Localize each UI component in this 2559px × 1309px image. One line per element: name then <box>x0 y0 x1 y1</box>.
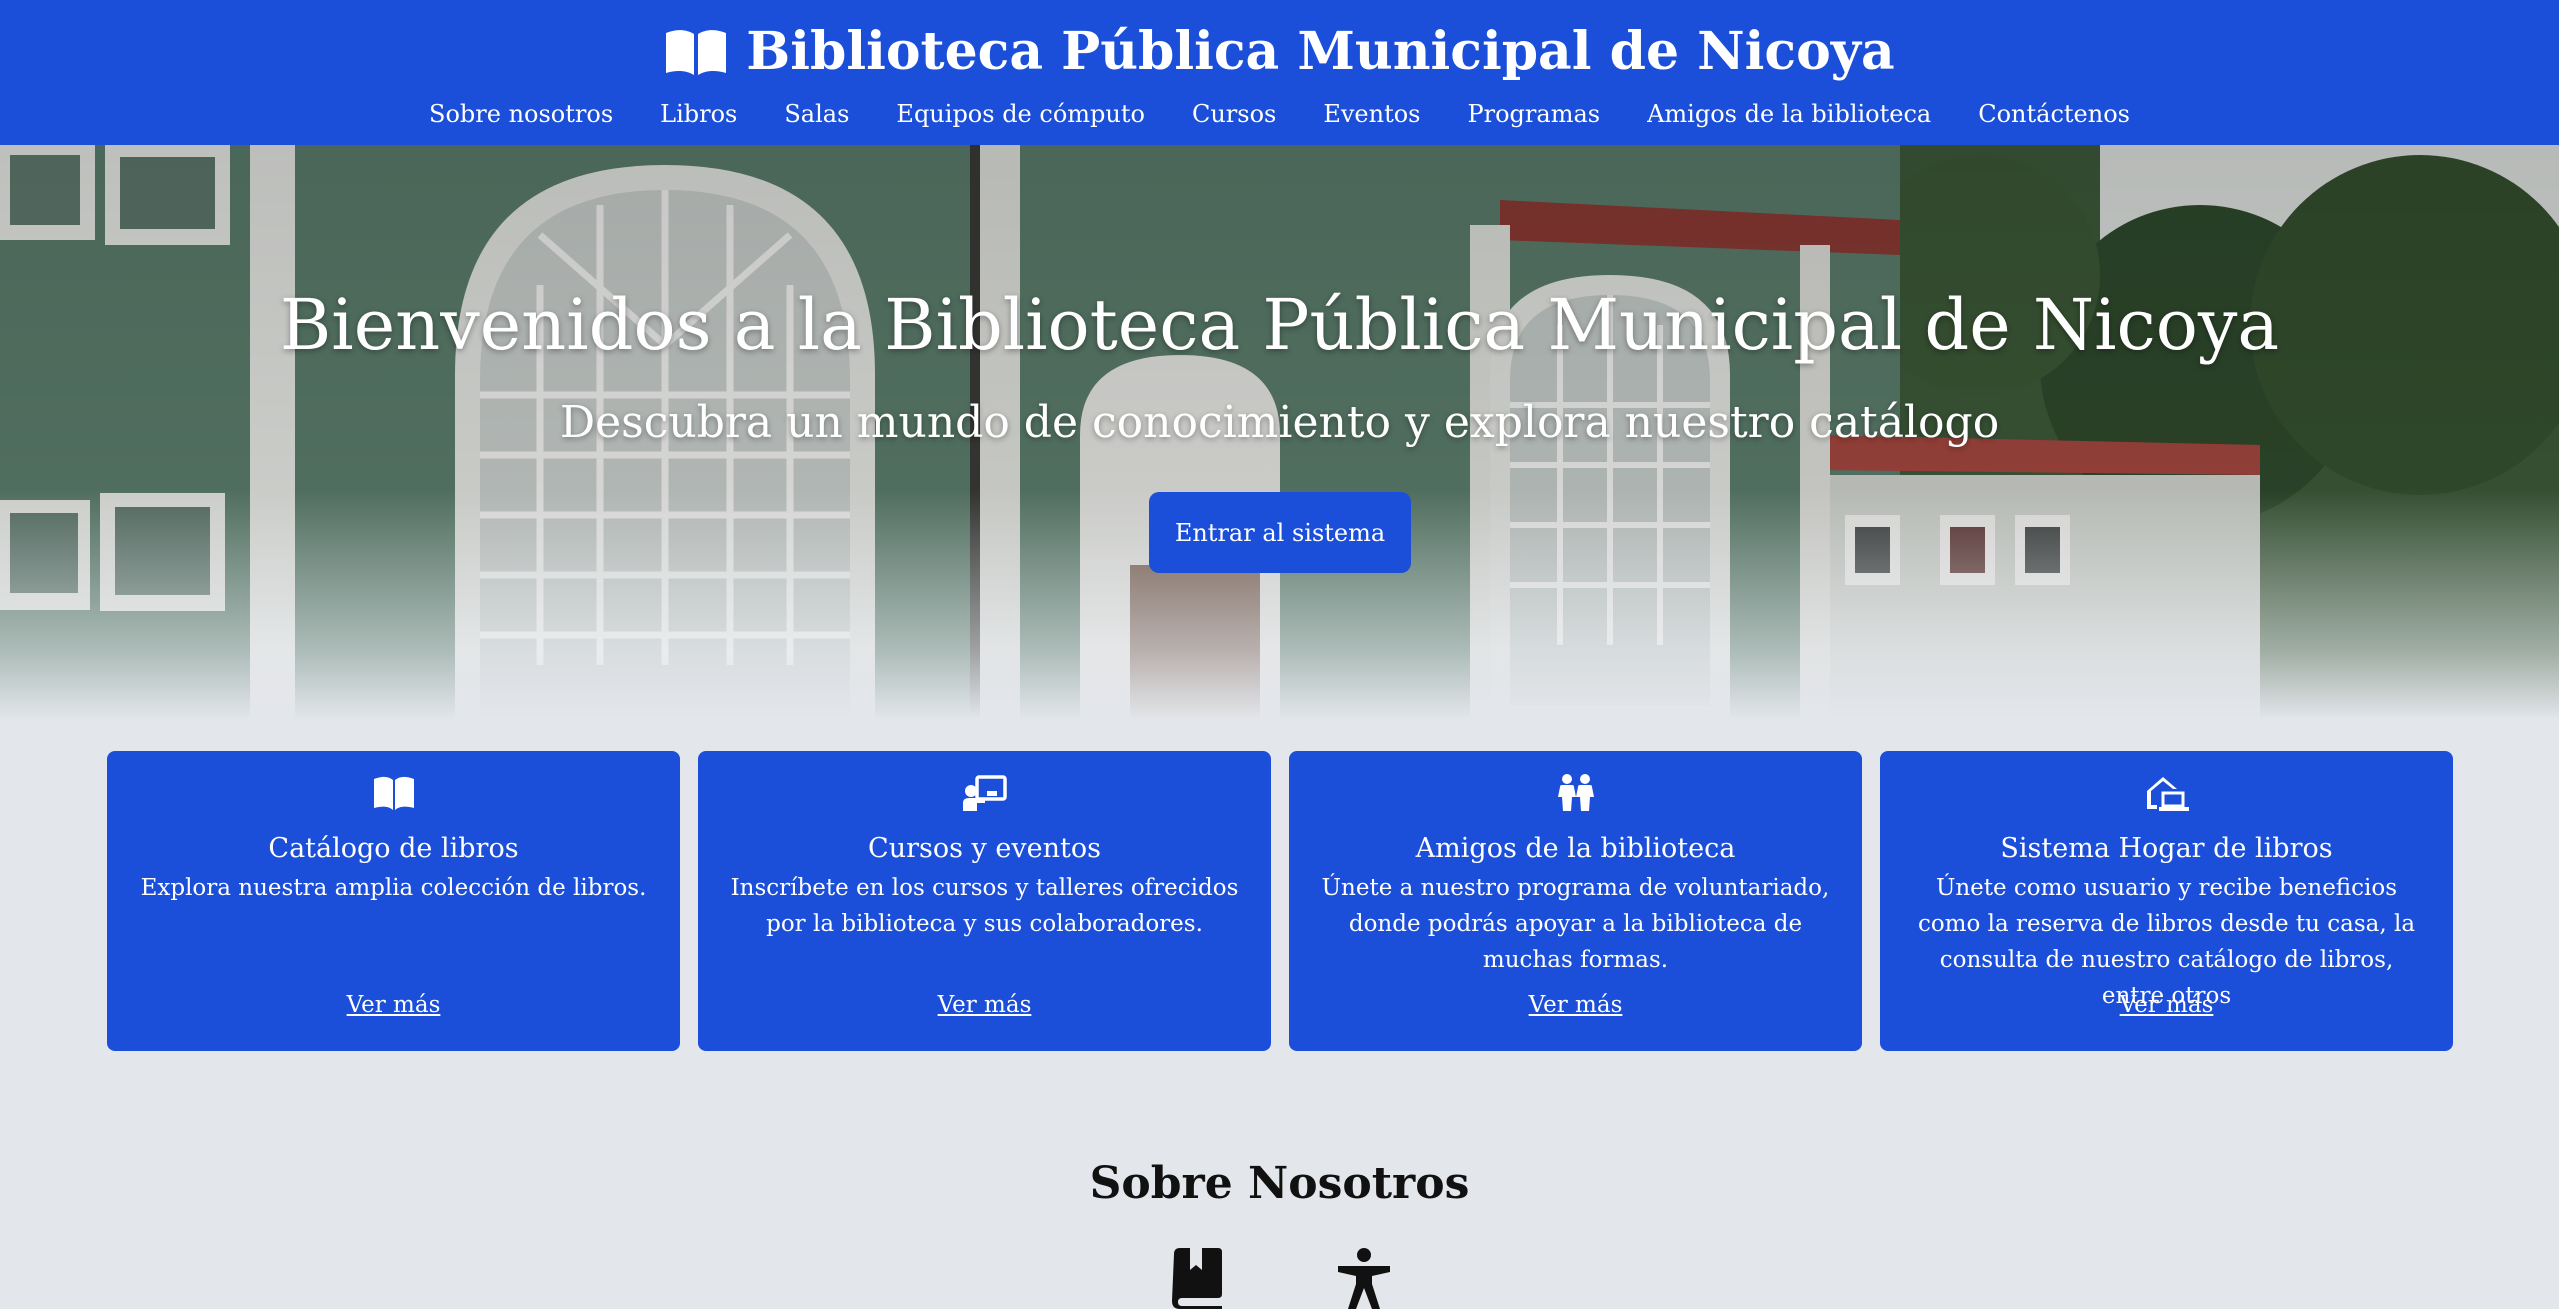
nav-item-contactenos[interactable]: Contáctenos <box>1978 96 2130 132</box>
hero-subtitle: Descubra un mundo de conocimiento y expl… <box>559 397 2000 448</box>
open-book-icon <box>107 773 680 813</box>
card-title: Catálogo de libros <box>268 833 519 864</box>
nav-item-eventos[interactable]: Eventos <box>1323 96 1420 132</box>
open-book-icon <box>664 27 728 77</box>
nav-item-cursos[interactable]: Cursos <box>1192 96 1276 132</box>
card-description: Únete a nuestro programa de voluntariado… <box>1321 875 1830 973</box>
about-section-title: Sobre Nosotros <box>1089 1158 1470 1209</box>
card-amigos-de-la-biblioteca: Amigos de la biblioteca Únete a nuestro … <box>1289 751 1862 1051</box>
feature-cards: Catálogo de libros Explora nuestra ampli… <box>107 751 2454 1051</box>
card-title: Amigos de la biblioteca <box>1415 833 1736 864</box>
people-icon <box>1289 773 1862 813</box>
card-description: Explora nuestra amplia colección de libr… <box>140 875 647 901</box>
nav-item-programas[interactable]: Programas <box>1467 96 1600 132</box>
nav-item-amigos-de-la-biblioteca[interactable]: Amigos de la biblioteca <box>1647 96 1931 132</box>
site-title: Biblioteca Pública Municipal de Nicoya <box>746 21 1895 82</box>
card-title: Cursos y eventos <box>868 833 1101 864</box>
home-laptop-icon <box>1880 773 2453 813</box>
card-sistema-hogar-de-libros: Sistema Hogar de libros Únete como usuar… <box>1880 751 2453 1051</box>
nav-item-libros[interactable]: Libros <box>660 96 737 132</box>
ver-mas-link[interactable]: Ver más <box>1289 987 1862 1023</box>
brand[interactable]: Biblioteca Pública Municipal de Nicoya <box>0 20 2559 84</box>
nav-item-equipos-de-computo[interactable]: Equipos de cómputo <box>896 96 1145 132</box>
card-description: Inscríbete en los cursos y talleres ofre… <box>730 875 1239 937</box>
main-nav: Sobre nosotros Libros Salas Equipos de c… <box>0 96 2559 132</box>
ver-mas-link[interactable]: Ver más <box>1880 987 2453 1023</box>
hero-section: Bienvenidos a la Biblioteca Pública Muni… <box>0 145 2559 720</box>
site-header: Biblioteca Pública Municipal de Nicoya S… <box>0 0 2559 145</box>
book-bookmark-icon <box>1172 1248 1222 1309</box>
hero-title: Bienvenidos a la Biblioteca Pública Muni… <box>279 284 2280 366</box>
card-catalogo-de-libros: Catálogo de libros Explora nuestra ampli… <box>107 751 680 1051</box>
accessibility-icon <box>1338 1248 1390 1309</box>
ver-mas-link[interactable]: Ver más <box>107 987 680 1023</box>
nav-item-salas[interactable]: Salas <box>784 96 849 132</box>
card-title: Sistema Hogar de libros <box>2000 833 2333 864</box>
card-cursos-y-eventos: Cursos y eventos Inscríbete en los curso… <box>698 751 1271 1051</box>
presentation-icon <box>698 773 1271 813</box>
nav-item-sobre-nosotros[interactable]: Sobre nosotros <box>429 96 613 132</box>
ver-mas-link[interactable]: Ver más <box>698 987 1271 1023</box>
enter-system-button[interactable]: Entrar al sistema <box>1149 492 1411 573</box>
